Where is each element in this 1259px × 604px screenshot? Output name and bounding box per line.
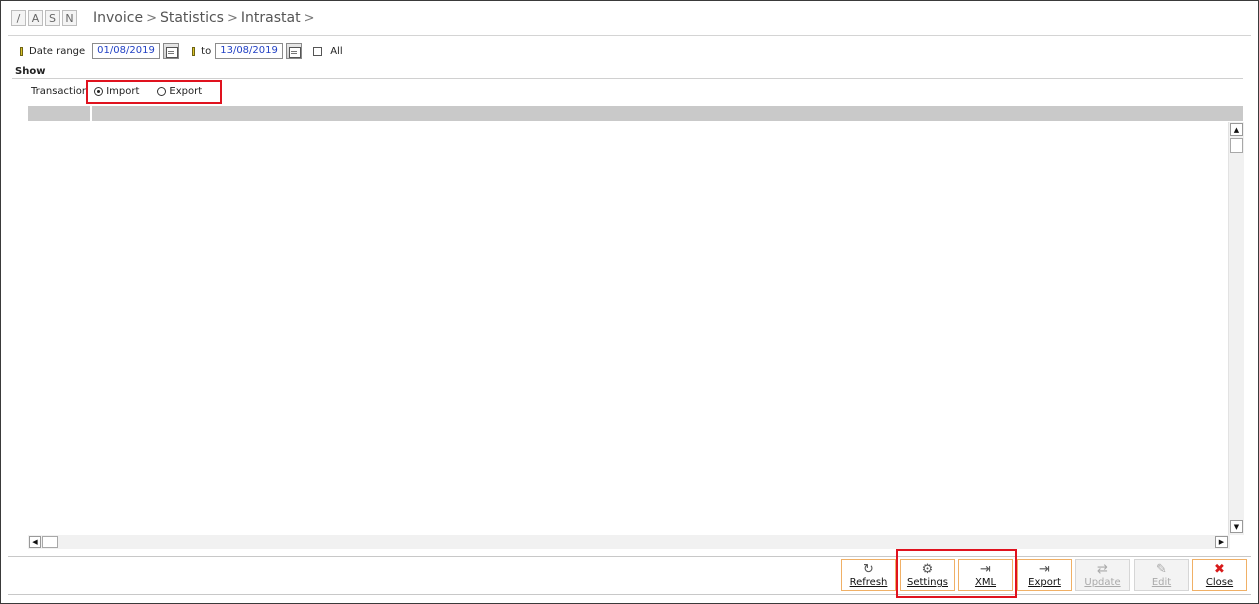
- export-file-icon: ⇥: [1039, 562, 1050, 577]
- edit-button-label: Edit: [1151, 577, 1172, 588]
- mandatory-marker-icon: [192, 46, 196, 56]
- vertical-scrollbar[interactable]: ▲ ▼: [1228, 122, 1244, 535]
- mode-button-n[interactable]: N: [62, 10, 77, 26]
- update-button-label: Update: [1084, 577, 1121, 588]
- scroll-left-icon[interactable]: ◀: [29, 536, 41, 548]
- scroll-right-icon[interactable]: ▶: [1215, 536, 1228, 548]
- chevron-right-icon: >: [146, 10, 157, 26]
- scroll-down-icon[interactable]: ▼: [1230, 520, 1243, 533]
- grid-header-column-1[interactable]: [28, 106, 92, 121]
- date-from-input[interactable]: 01/08/2019: [92, 43, 161, 59]
- grid-header: [28, 106, 1243, 121]
- breadcrumb-invoice[interactable]: Invoice: [93, 10, 143, 26]
- refresh-icon: ↻: [863, 562, 874, 577]
- edit-button[interactable]: ✎ Edit: [1134, 559, 1189, 591]
- calendar-icon[interactable]: [286, 43, 303, 59]
- toolbar-highlight-box: [896, 549, 1017, 598]
- to-label: to: [201, 45, 212, 57]
- date-filter-row: Date range 01/08/2019 to 13/08/2019 All: [20, 43, 343, 59]
- mandatory-marker-icon: [20, 46, 23, 56]
- all-label: All: [330, 45, 343, 57]
- mode-button-s[interactable]: S: [45, 10, 60, 26]
- sync-icon: ⇄: [1097, 562, 1108, 577]
- horizontal-scrollbar[interactable]: ◀ ▶: [28, 535, 1230, 549]
- mode-buttons: / A S N: [11, 10, 77, 26]
- all-checkbox[interactable]: [313, 46, 323, 56]
- chevron-right-icon: >: [303, 10, 315, 26]
- chevron-right-icon: >: [226, 10, 238, 26]
- mode-button-slash[interactable]: /: [11, 10, 26, 26]
- refresh-button[interactable]: ↻ Refresh: [841, 559, 896, 591]
- calendar-icon[interactable]: [163, 43, 180, 59]
- mode-button-a[interactable]: A: [28, 10, 43, 26]
- footer-divider: [8, 556, 1251, 557]
- scroll-up-icon[interactable]: ▲: [1230, 123, 1243, 136]
- refresh-button-label: Refresh: [849, 577, 888, 588]
- export-button[interactable]: ⇥ Export: [1017, 559, 1072, 591]
- update-button[interactable]: ⇄ Update: [1075, 559, 1130, 591]
- header-divider: [8, 35, 1251, 36]
- close-icon: ✖: [1214, 562, 1225, 577]
- grid-body: [28, 122, 1228, 535]
- close-button[interactable]: ✖ Close: [1192, 559, 1247, 591]
- horizontal-scroll-thumb[interactable]: [42, 536, 58, 548]
- date-range-label: Date range: [29, 45, 86, 57]
- pencil-icon: ✎: [1156, 562, 1167, 577]
- breadcrumb: Invoice > Statistics > Intrastat >: [93, 10, 317, 26]
- export-button-label: Export: [1028, 577, 1061, 588]
- show-section-label: Show: [15, 66, 46, 77]
- show-divider: [12, 78, 1243, 79]
- date-to-input[interactable]: 13/08/2019: [215, 43, 284, 59]
- transaction-label: Transaction: [31, 86, 89, 97]
- transaction-highlight-box: [86, 80, 222, 104]
- close-button-label: Close: [1205, 577, 1234, 588]
- footer-bottom-divider: [8, 594, 1251, 595]
- vertical-scroll-thumb[interactable]: [1230, 138, 1243, 153]
- breadcrumb-intrastat[interactable]: Intrastat: [241, 10, 301, 26]
- breadcrumb-statistics[interactable]: Statistics: [160, 10, 224, 26]
